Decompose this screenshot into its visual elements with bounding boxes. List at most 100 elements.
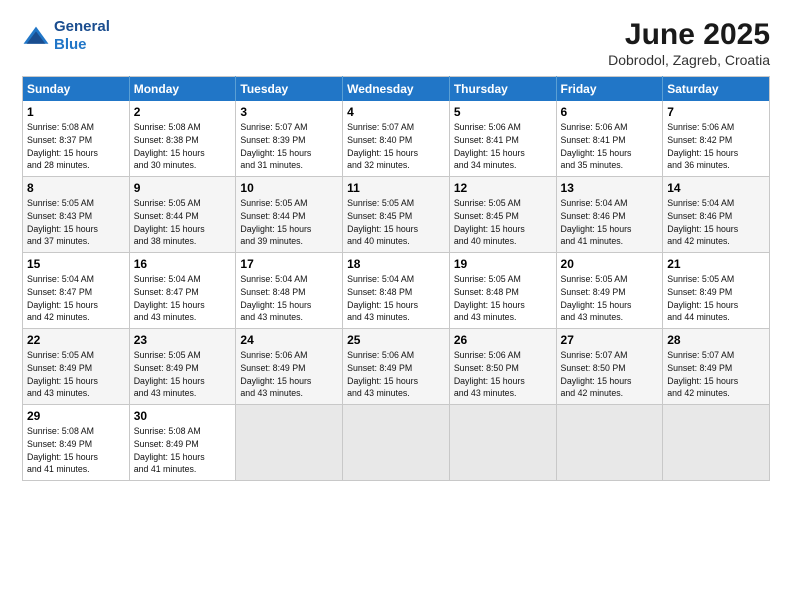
logo: General Blue [22,18,110,54]
day-info: Sunrise: 5:05 AMSunset: 8:45 PMDaylight:… [454,197,552,248]
day-number: 21 [667,257,765,271]
header-monday: Monday [129,77,236,102]
day-info: Sunrise: 5:08 AMSunset: 8:38 PMDaylight:… [134,121,232,172]
day-number: 18 [347,257,445,271]
day-number: 5 [454,105,552,119]
day-info: Sunrise: 5:05 AMSunset: 8:43 PMDaylight:… [27,197,125,248]
day-number: 17 [240,257,338,271]
table-row: 16 Sunrise: 5:04 AMSunset: 8:47 PMDayligh… [129,253,236,329]
table-row: 14Sunrise: 5:04 AMSunset: 8:46 PMDayligh… [663,177,770,253]
day-number: 1 [27,105,125,119]
table-row: 2 Sunrise: 5:08 AMSunset: 8:38 PMDaylight… [129,101,236,177]
table-row: 6 Sunrise: 5:06 AMSunset: 8:41 PMDaylight… [556,101,663,177]
table-row: 15 Sunrise: 5:04 AMSunset: 8:47 PMDayligh… [23,253,130,329]
day-number: 4 [347,105,445,119]
day-info: Sunrise: 5:06 AMSunset: 8:41 PMDaylight:… [561,121,659,172]
day-info: Sunrise: 5:05 AMSunset: 8:48 PMDaylight:… [454,273,552,324]
day-info: Sunrise: 5:05 AMSunset: 8:44 PMDaylight:… [134,197,232,248]
title-block: June 2025 Dobrodol, Zagreb, Croatia [608,18,770,68]
logo-blue: Blue [54,36,87,53]
table-row: 21Sunrise: 5:05 AMSunset: 8:49 PMDayligh… [663,253,770,329]
day-info: Sunrise: 5:04 AMSunset: 8:46 PMDaylight:… [561,197,659,248]
calendar-table: Sunday Monday Tuesday Wednesday Thursday… [22,76,770,481]
header-tuesday: Tuesday [236,77,343,102]
header-saturday: Saturday [663,77,770,102]
table-row: 12 Sunrise: 5:05 AMSunset: 8:45 PMDayligh… [449,177,556,253]
day-number: 23 [134,333,232,347]
day-number: 10 [240,181,338,195]
day-info: Sunrise: 5:08 AMSunset: 8:49 PMDaylight:… [27,425,125,476]
table-row: 19Sunrise: 5:05 AMSunset: 8:48 PMDayligh… [449,253,556,329]
day-info: Sunrise: 5:07 AMSunset: 8:40 PMDaylight:… [347,121,445,172]
table-row: 23 Sunrise: 5:05 AMSunset: 8:49 PMDayligh… [129,329,236,405]
day-info: Sunrise: 5:06 AMSunset: 8:41 PMDaylight:… [454,121,552,172]
day-number: 9 [134,181,232,195]
day-number: 3 [240,105,338,119]
day-info: Sunrise: 5:06 AMSunset: 8:49 PMDaylight:… [240,349,338,400]
day-info: Sunrise: 5:04 AMSunset: 8:47 PMDaylight:… [134,273,232,324]
table-row: 22 Sunrise: 5:05 AMSunset: 8:49 PMDayligh… [23,329,130,405]
table-row: 1Sunrise: 5:08 AMSunset: 8:37 PMDaylight… [23,101,130,177]
table-row: 18 Sunrise: 5:04 AMSunset: 8:48 PMDayligh… [343,253,450,329]
day-number: 2 [134,105,232,119]
table-row: 13 Sunrise: 5:04 AMSunset: 8:46 PMDayligh… [556,177,663,253]
table-row: 7 Sunrise: 5:06 AMSunset: 8:42 PMDaylight… [663,101,770,177]
day-info: Sunrise: 5:07 AMSunset: 8:49 PMDaylight:… [667,349,765,400]
table-row: 30 Sunrise: 5:08 AMSunset: 8:49 PMDayligh… [129,405,236,481]
day-info: Sunrise: 5:04 AMSunset: 8:47 PMDaylight:… [27,273,125,324]
day-info: Sunrise: 5:05 AMSunset: 8:49 PMDaylight:… [27,349,125,400]
day-info: Sunrise: 5:05 AMSunset: 8:49 PMDaylight:… [134,349,232,400]
table-row [663,405,770,481]
page-title: June 2025 [608,18,770,52]
day-number: 20 [561,257,659,271]
day-number: 27 [561,333,659,347]
day-number: 26 [454,333,552,347]
day-number: 29 [27,409,125,423]
day-number: 6 [561,105,659,119]
day-info: Sunrise: 5:04 AMSunset: 8:48 PMDaylight:… [347,273,445,324]
day-number: 30 [134,409,232,423]
table-row: 9 Sunrise: 5:05 AMSunset: 8:44 PMDaylight… [129,177,236,253]
day-number: 15 [27,257,125,271]
day-info: Sunrise: 5:04 AMSunset: 8:48 PMDaylight:… [240,273,338,324]
table-row [236,405,343,481]
header-thursday: Thursday [449,77,556,102]
table-row: 3 Sunrise: 5:07 AMSunset: 8:39 PMDaylight… [236,101,343,177]
day-info: Sunrise: 5:06 AMSunset: 8:50 PMDaylight:… [454,349,552,400]
table-row [556,405,663,481]
day-number: 22 [27,333,125,347]
table-row: 11 Sunrise: 5:05 AMSunset: 8:45 PMDayligh… [343,177,450,253]
day-info: Sunrise: 5:08 AMSunset: 8:49 PMDaylight:… [134,425,232,476]
table-row: 20Sunrise: 5:05 AMSunset: 8:49 PMDayligh… [556,253,663,329]
table-row [343,405,450,481]
calendar-header-row: Sunday Monday Tuesday Wednesday Thursday… [23,77,770,102]
day-number: 8 [27,181,125,195]
table-row: 8 Sunrise: 5:05 AMSunset: 8:43 PMDaylight… [23,177,130,253]
day-number: 7 [667,105,765,119]
day-number: 13 [561,181,659,195]
table-row: 4 Sunrise: 5:07 AMSunset: 8:40 PMDaylight… [343,101,450,177]
day-info: Sunrise: 5:05 AMSunset: 8:45 PMDaylight:… [347,197,445,248]
page-subtitle: Dobrodol, Zagreb, Croatia [608,52,770,68]
day-number: 12 [454,181,552,195]
table-row: 26 Sunrise: 5:06 AMSunset: 8:50 PMDayligh… [449,329,556,405]
header: General Blue June 2025 Dobrodol, Zagreb,… [22,18,770,68]
header-friday: Friday [556,77,663,102]
table-row: 27 Sunrise: 5:07 AMSunset: 8:50 PMDayligh… [556,329,663,405]
day-number: 16 [134,257,232,271]
header-sunday: Sunday [23,77,130,102]
day-info: Sunrise: 5:06 AMSunset: 8:42 PMDaylight:… [667,121,765,172]
day-info: Sunrise: 5:06 AMSunset: 8:49 PMDaylight:… [347,349,445,400]
day-info: Sunrise: 5:07 AMSunset: 8:39 PMDaylight:… [240,121,338,172]
table-row: 29 Sunrise: 5:08 AMSunset: 8:49 PMDayligh… [23,405,130,481]
day-info: Sunrise: 5:07 AMSunset: 8:50 PMDaylight:… [561,349,659,400]
table-row: 25 Sunrise: 5:06 AMSunset: 8:49 PMDayligh… [343,329,450,405]
day-number: 25 [347,333,445,347]
header-wednesday: Wednesday [343,77,450,102]
day-number: 11 [347,181,445,195]
table-row: 5 Sunrise: 5:06 AMSunset: 8:41 PMDaylight… [449,101,556,177]
day-info: Sunrise: 5:05 AMSunset: 8:44 PMDaylight:… [240,197,338,248]
logo-icon [22,25,50,47]
day-number: 28 [667,333,765,347]
table-row: 24Sunrise: 5:06 AMSunset: 8:49 PMDayligh… [236,329,343,405]
